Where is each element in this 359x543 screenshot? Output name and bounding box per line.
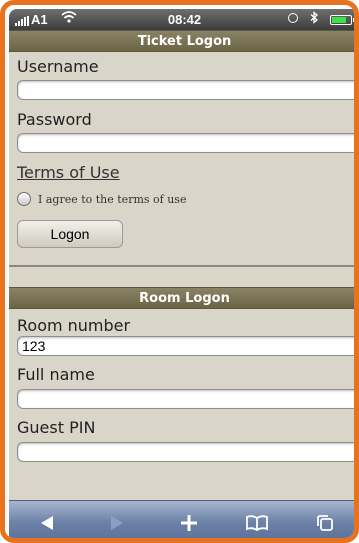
ticket-logon-header: Ticket Logon <box>9 30 354 52</box>
full-name-label: Full name <box>17 365 95 384</box>
guest-pin-label: Guest PIN <box>17 418 96 437</box>
terms-of-use-link[interactable]: Terms of Use <box>17 163 120 182</box>
password-label: Password <box>17 110 92 129</box>
device-frame: A1 08:42 Ticket Logon Username Password … <box>0 0 359 543</box>
status-time: 08:42 <box>167 12 202 27</box>
bluetooth-icon <box>310 11 318 27</box>
alarm-icon <box>288 13 298 23</box>
username-field[interactable] <box>17 80 354 100</box>
password-field[interactable] <box>17 133 354 153</box>
agree-terms-checkbox[interactable] <box>17 192 31 206</box>
section-divider <box>9 265 354 267</box>
full-name-field[interactable] <box>17 389 354 409</box>
add-icon[interactable] <box>169 501 209 538</box>
phone-screen: A1 08:42 Ticket Logon Username Password … <box>9 9 354 538</box>
browser-toolbar <box>9 500 354 538</box>
status-bar: A1 08:42 <box>9 9 354 30</box>
room-number-field[interactable]: 123 <box>17 336 354 356</box>
logon-button[interactable]: Logon <box>17 220 123 248</box>
back-arrow-icon[interactable] <box>27 501 67 538</box>
agree-terms-label: I agree to the terms of use <box>38 193 187 206</box>
pages-icon[interactable] <box>305 501 345 538</box>
username-label: Username <box>17 57 99 76</box>
room-number-label: Room number <box>17 316 131 335</box>
guest-pin-field[interactable] <box>17 442 354 462</box>
battery-icon <box>330 15 354 25</box>
forward-arrow-icon[interactable] <box>97 501 137 538</box>
bookmarks-icon[interactable] <box>237 501 277 538</box>
room-logon-header: Room Logon <box>9 287 354 309</box>
